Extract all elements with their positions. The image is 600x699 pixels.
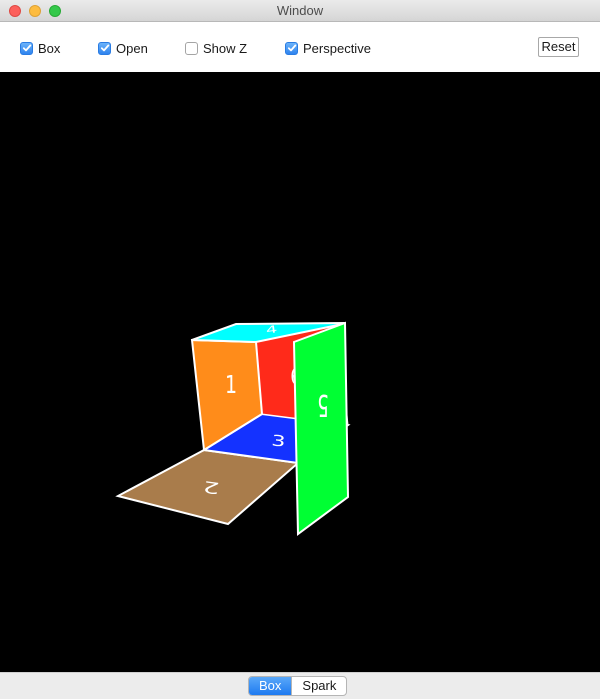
checkbox-checked-icon[interactable]	[285, 41, 298, 55]
show-z-checkbox-label: Show Z	[203, 40, 248, 56]
box-checkbox-label: Box	[38, 40, 61, 56]
bottom-bar: Box Spark	[0, 672, 600, 699]
open-checkbox[interactable]: Open	[98, 40, 148, 56]
toolbar: Box Open Show Z Perspective Reset	[0, 22, 600, 72]
cube-scene[interactable]: 2 3 6 1 4 5	[0, 72, 600, 672]
box-checkbox[interactable]: Box	[20, 40, 60, 56]
perspective-checkbox-label: Perspective	[303, 40, 371, 56]
perspective-checkbox[interactable]: Perspective	[285, 40, 371, 56]
view-segmented-control: Box Spark	[248, 676, 348, 696]
open-checkbox-label: Open	[116, 40, 148, 56]
title-bar: Window	[0, 0, 600, 22]
segment-box[interactable]: Box	[249, 677, 292, 695]
checkbox-unchecked-icon[interactable]	[185, 41, 198, 55]
cube-face-4-label: 4	[265, 323, 278, 336]
show-z-checkbox[interactable]: Show Z	[185, 40, 247, 56]
cube-face-3-label: 3	[271, 433, 287, 451]
3d-viewport[interactable]: 2 3 6 1 4 5	[0, 72, 600, 672]
cube-face-5	[292, 321, 350, 536]
checkbox-checked-icon[interactable]	[98, 41, 111, 55]
window-title: Window	[276, 3, 324, 18]
segment-spark[interactable]: Spark	[291, 677, 346, 695]
checkbox-checked-icon[interactable]	[20, 41, 33, 55]
cube-face-1-label: 1	[225, 370, 237, 399]
cube-face-2-label: 2	[202, 476, 221, 497]
reset-button[interactable]: Reset	[538, 37, 579, 57]
cube-face-5-label: 5	[317, 388, 328, 423]
